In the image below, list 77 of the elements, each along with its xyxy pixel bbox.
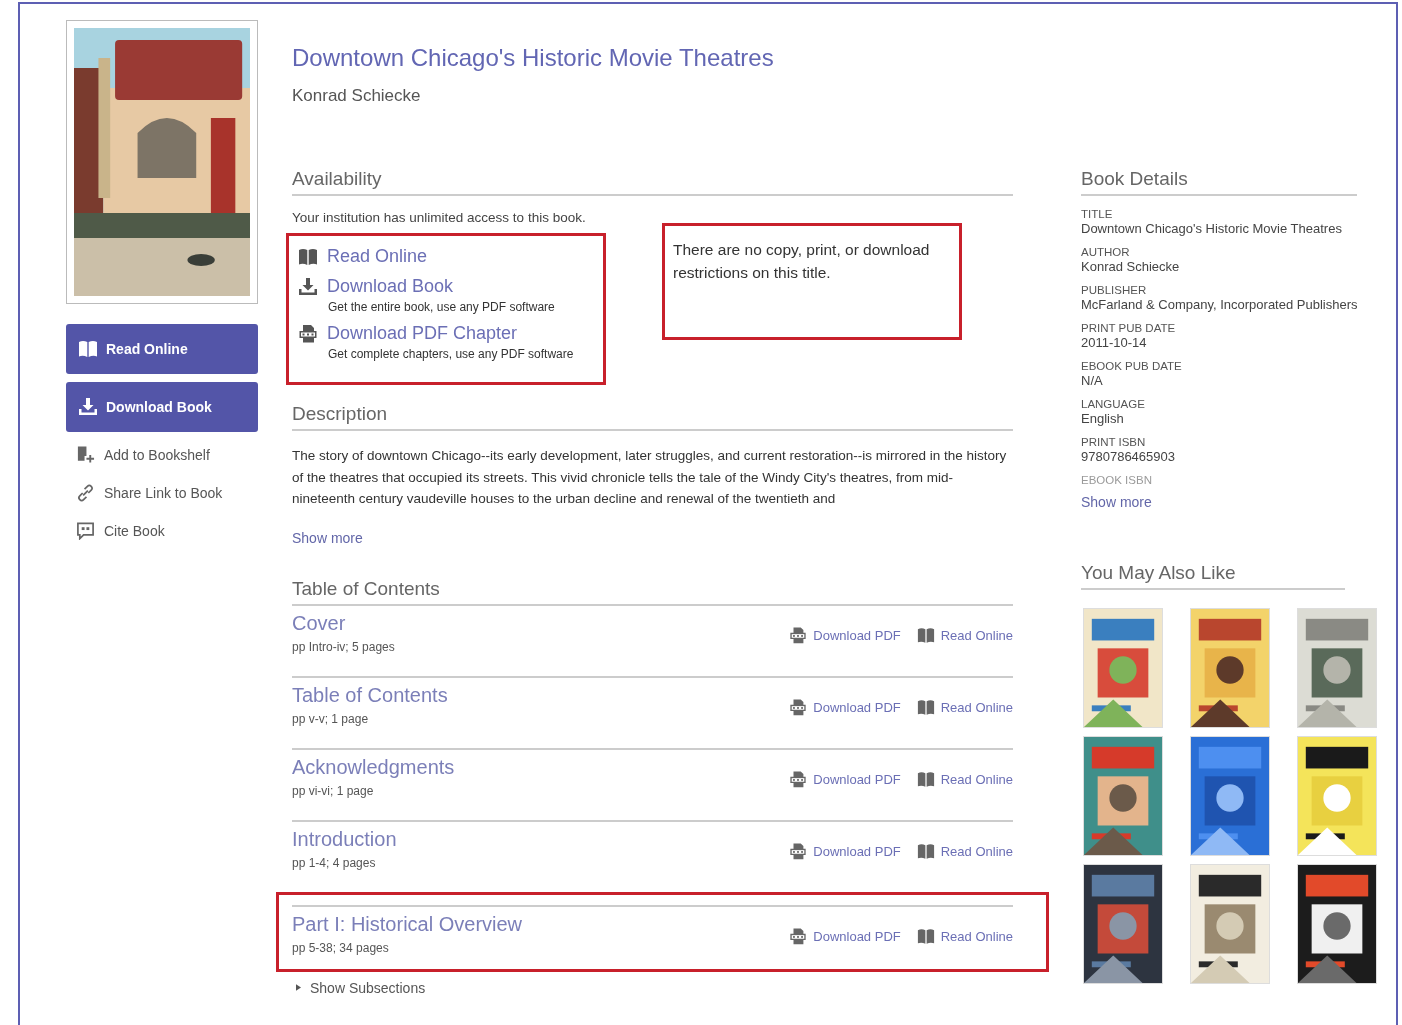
field-label: PRINT ISBN bbox=[1081, 436, 1147, 448]
book-author: Konrad Schiecke bbox=[292, 86, 422, 106]
show-more-link[interactable]: Show more bbox=[292, 529, 1013, 546]
download-book-button[interactable]: Download Book bbox=[66, 382, 258, 432]
sidebar-link[interactable]: Add to Bookshelf bbox=[104, 447, 210, 463]
field-label: TITLE bbox=[1081, 208, 1114, 220]
chapter-title-link[interactable]: Introduction bbox=[292, 827, 397, 851]
download-pdf-link[interactable]: Download PDF bbox=[813, 772, 901, 787]
read-online-link[interactable]: Read Online bbox=[940, 929, 1013, 944]
access-option-link[interactable]: Download PDF Chapter bbox=[327, 323, 518, 344]
section-heading: Table of Contents bbox=[292, 577, 1013, 606]
add-book-icon bbox=[76, 446, 95, 464]
field-label: LANGUAGE bbox=[1081, 398, 1146, 410]
read-online-link[interactable]: Read Online bbox=[940, 772, 1013, 787]
field-label: EBOOK PUB DATE bbox=[1081, 360, 1183, 372]
access-option-link[interactable]: Download Book bbox=[327, 276, 454, 297]
field-value: English bbox=[1081, 411, 1125, 426]
pdf-icon bbox=[789, 771, 808, 788]
field-label: EBOOK ISBN bbox=[1081, 474, 1153, 486]
chapter-title-link[interactable]: Part I: Historical Overview bbox=[292, 912, 523, 936]
caret-icon bbox=[296, 984, 301, 991]
book-icon bbox=[916, 843, 935, 860]
download-icon bbox=[78, 398, 98, 416]
field-value: 2011-10-14 bbox=[1081, 335, 1148, 350]
access-option-link[interactable]: Read Online bbox=[327, 246, 428, 267]
chapter-pages: pp 1-4; 4 pages bbox=[292, 855, 377, 870]
sidebar-link[interactable]: Share Link to Book bbox=[104, 485, 223, 501]
pdf-icon bbox=[789, 699, 808, 716]
field-label: AUTHOR bbox=[1081, 246, 1131, 258]
read-online-button[interactable]: Read Online bbox=[66, 324, 258, 374]
book-icon bbox=[78, 340, 98, 358]
option-note: Get complete chapters, use any PDF software bbox=[328, 347, 575, 361]
show-subsections-link[interactable]: Show Subsections bbox=[310, 979, 426, 996]
book-icon bbox=[916, 771, 935, 788]
read-online-link[interactable]: Read Online bbox=[940, 628, 1013, 643]
access-note: Your institution has unlimited access to this book. bbox=[292, 210, 587, 225]
chapter-title-link[interactable]: Table of Contents bbox=[292, 683, 448, 707]
book-icon bbox=[916, 699, 935, 716]
field-label: PUBLISHER bbox=[1081, 284, 1148, 296]
link-icon bbox=[76, 484, 95, 502]
restrictions-note: There are no copy, print, or download restrictions on this title. bbox=[673, 240, 931, 283]
field-value: McFarland & Company, Incorporated Publishers bbox=[1081, 297, 1357, 312]
download-pdf-link[interactable]: Download PDF bbox=[813, 929, 901, 944]
section-heading: Description bbox=[292, 403, 1013, 431]
download-pdf-link[interactable]: Download PDF bbox=[813, 628, 901, 643]
pdf-icon bbox=[789, 843, 808, 860]
book-icon bbox=[916, 627, 935, 644]
pdf-icon bbox=[298, 324, 318, 343]
download-pdf-link[interactable]: Download PDF bbox=[813, 700, 901, 715]
book-icon bbox=[298, 247, 318, 266]
field-value: Downtown Chicago's Historic Movie Theatres bbox=[1081, 221, 1343, 236]
show-more-link[interactable]: Show more bbox=[1081, 494, 1357, 510]
pdf-icon bbox=[789, 627, 808, 644]
description-text: The story of downtown Chicago--its early development, later struggles, and current restoration--is mirrored in the history of the theatres that occupied its streets. This vivid chronicle tells the tale of the Windy City's theatres, from mid-nineteenth century vaudeville houses to the urban decline and renewal of the twentieth and bbox=[292, 447, 1008, 508]
read-online-link[interactable]: Read Online bbox=[940, 700, 1013, 715]
field-label: PRINT PUB DATE bbox=[1081, 322, 1177, 334]
quote-icon bbox=[76, 522, 95, 540]
read-online-link[interactable]: Read Online bbox=[940, 844, 1013, 859]
option-note: Get the entire book, use any PDF software bbox=[328, 300, 556, 314]
section-heading: Book Details bbox=[1081, 168, 1357, 196]
chapter-pages: pp v-v; 1 page bbox=[292, 711, 370, 726]
chapter-title-link[interactable]: Acknowledgments bbox=[292, 755, 455, 779]
chapter-pages: pp vi-vi; 1 page bbox=[292, 783, 375, 798]
chapter-title-link[interactable]: Cover bbox=[292, 611, 395, 635]
download-icon bbox=[298, 277, 318, 296]
book-icon bbox=[916, 928, 935, 945]
book-title: Downtown Chicago's Historic Movie Theatres bbox=[292, 44, 775, 72]
pdf-icon bbox=[789, 928, 808, 945]
section-heading: Availability bbox=[292, 168, 1013, 196]
sidebar-link[interactable]: Cite Book bbox=[104, 523, 165, 539]
field-value: N/A bbox=[1081, 373, 1104, 388]
download-pdf-link[interactable]: Download PDF bbox=[813, 844, 901, 859]
section-heading: You May Also Like bbox=[1081, 562, 1345, 590]
chapter-pages: pp 5-38; 34 pages bbox=[292, 940, 390, 955]
field-value: 9780786465903 bbox=[1081, 449, 1176, 464]
chapter-pages: pp Intro-iv; 5 pages bbox=[292, 639, 395, 654]
field-value: Konrad Schiecke bbox=[1081, 259, 1181, 274]
